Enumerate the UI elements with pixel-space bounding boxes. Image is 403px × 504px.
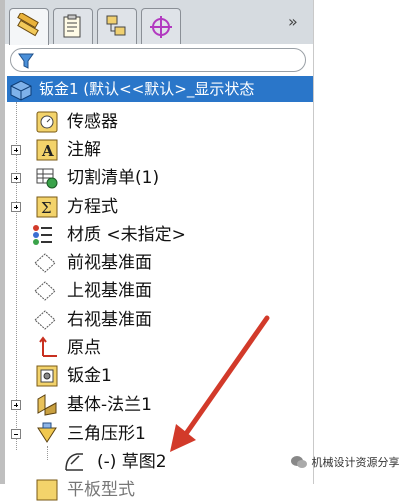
tree-item-label: 切割清单(1) [67, 168, 160, 188]
tree-item-sheet-metal[interactable]: 钣金1 [0, 362, 313, 390]
tree-item-label: 注解 [67, 140, 101, 160]
annotation-icon: A [36, 139, 58, 161]
manager-tab-bar: » [5, 0, 313, 45]
svg-text:Σ: Σ [41, 199, 52, 217]
plane-icon [34, 281, 56, 301]
tree-item-material[interactable]: 材质 <未指定> [0, 221, 313, 249]
right-graphics-area [313, 0, 403, 484]
watermark-text: 机械设计资源分享 [311, 456, 400, 469]
tree-item-label: (-) 草图2 [97, 452, 167, 472]
tree-item-label: 平板型式 [67, 480, 135, 500]
tab-property-manager[interactable] [53, 8, 93, 44]
cut-list-icon [36, 168, 58, 189]
tree-item-label: 前视基准面 [67, 253, 152, 273]
equation-icon: Σ [36, 196, 58, 218]
flat-pattern-icon [36, 479, 58, 501]
tree-item-triangle-press[interactable]: 三角压形1 [0, 420, 313, 448]
tree-item-label: 三角压形1 [67, 424, 146, 444]
tree-item-top-plane[interactable]: 上视基准面 [0, 277, 313, 305]
wechat-icon [291, 456, 307, 468]
configuration-manager-icon [106, 15, 126, 36]
tree-item-cut-list[interactable]: 切割清单(1) [0, 164, 313, 192]
svg-text:A: A [41, 142, 54, 160]
expand-toggle[interactable] [11, 145, 21, 155]
tree-filter-input[interactable] [10, 48, 306, 72]
tree-item-equations[interactable]: Σ 方程式 [0, 193, 313, 221]
tree-item-label: 方程式 [67, 197, 118, 217]
tree-item-origin[interactable]: 原点 [0, 334, 313, 362]
filter-icon [18, 53, 34, 69]
part-icon [10, 80, 32, 101]
tree-item-sketch2[interactable]: (-) 草图2 [0, 448, 313, 476]
triangle-press-icon [37, 422, 57, 443]
feature-manager-icon [17, 13, 39, 37]
collapse-toggle[interactable] [11, 429, 21, 439]
tree-item-front-plane[interactable]: 前视基准面 [0, 249, 313, 277]
tree-item-base-flange[interactable]: 基体-法兰1 [0, 391, 313, 419]
tree-item-right-plane[interactable]: 右视基准面 [0, 306, 313, 334]
plane-icon [34, 253, 56, 273]
tree-item-label: 钣金1 [67, 366, 112, 386]
tree-item-sensors[interactable]: 传感器 [0, 108, 313, 136]
root-label: 钣金1 (默认<<默认>_显示状态 [39, 80, 255, 98]
watermark: 机械设计资源分享 [290, 454, 400, 470]
tree-item-flat-pattern[interactable]: 平板型式 [0, 476, 313, 504]
tree-item-label: 基体-法兰1 [67, 395, 152, 415]
tree-item-label: 上视基准面 [67, 281, 152, 301]
tab-dimxpert-manager[interactable] [141, 8, 181, 44]
tab-configuration-manager[interactable] [97, 8, 137, 44]
tab-overflow-chevron[interactable]: » [288, 12, 298, 31]
base-flange-icon [37, 394, 57, 416]
plane-icon [34, 310, 56, 330]
expand-toggle[interactable] [11, 173, 21, 183]
tree-item-label: 传感器 [67, 112, 118, 132]
crosshair-icon [150, 16, 172, 38]
tree-item-label: 右视基准面 [67, 310, 152, 330]
property-manager-icon [63, 14, 81, 38]
sheet-metal-icon [36, 365, 58, 387]
tree-item-label: 原点 [67, 338, 101, 358]
sensor-icon [36, 111, 58, 133]
expand-toggle[interactable] [11, 202, 21, 212]
tree-item-annotations[interactable]: A 注解 [0, 136, 313, 164]
sketch-icon [65, 453, 83, 471]
tree-root-part[interactable]: 钣金1 (默认<<默认>_显示状态 [7, 76, 313, 102]
tab-feature-manager[interactable] [9, 8, 49, 45]
origin-icon [39, 336, 57, 357]
expand-toggle[interactable] [11, 400, 21, 410]
tree-item-label: 材质 <未指定> [67, 225, 186, 245]
material-icon [33, 225, 52, 245]
